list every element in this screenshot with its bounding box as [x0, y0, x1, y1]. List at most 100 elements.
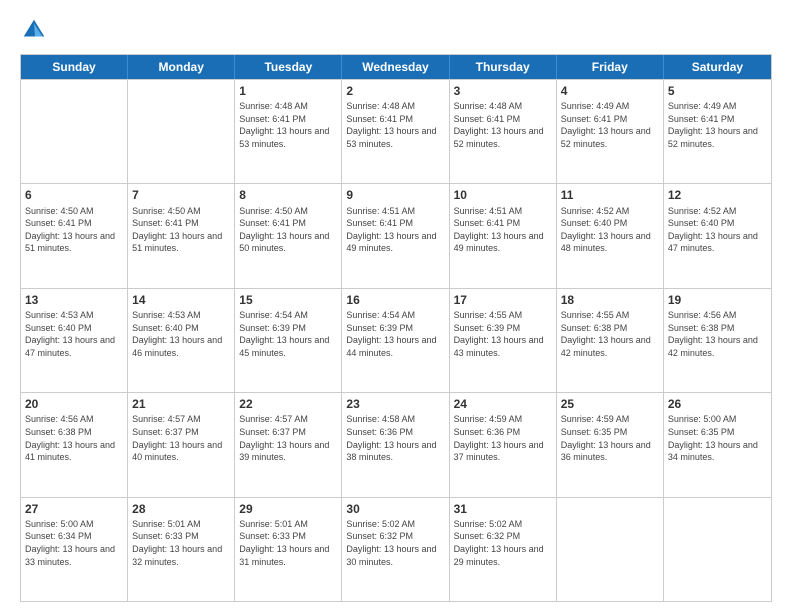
sunset-text: Sunset: 6:41 PM: [239, 114, 306, 124]
sunset-text: Sunset: 6:39 PM: [454, 323, 521, 333]
sunset-text: Sunset: 6:37 PM: [239, 427, 306, 437]
sunrise-text: Sunrise: 4:55 AM: [561, 310, 630, 320]
sunrise-text: Sunrise: 5:01 AM: [239, 519, 308, 529]
sunrise-text: Sunrise: 5:02 AM: [454, 519, 523, 529]
daylight-text: Daylight: 13 hours and 36 minutes.: [561, 440, 651, 463]
daylight-text: Daylight: 13 hours and 30 minutes.: [346, 544, 436, 567]
day-info: Sunrise: 4:53 AMSunset: 6:40 PMDaylight:…: [25, 309, 123, 359]
sunrise-text: Sunrise: 5:01 AM: [132, 519, 201, 529]
calendar-cell: [664, 498, 771, 601]
day-number: 27: [25, 501, 123, 517]
sunrise-text: Sunrise: 4:49 AM: [668, 101, 737, 111]
daylight-text: Daylight: 13 hours and 48 minutes.: [561, 231, 651, 254]
day-info: Sunrise: 4:53 AM Sunset: 6:40 PM Daylight:…: [132, 309, 230, 359]
sunrise-text: Sunrise: 4:56 AM: [25, 414, 94, 424]
day-info: Sunrise: 4:59 AMSunset: 6:35 PMDaylight:…: [561, 413, 659, 463]
calendar-cell: 11Sunrise: 4:52 AMSunset: 6:40 PMDayligh…: [557, 184, 664, 287]
daylight-text: Daylight: 13 hours and 50 minutes.: [239, 231, 329, 254]
day-number: 30: [346, 501, 444, 517]
daylight-text: Daylight: 13 hours and 32 minutes.: [132, 544, 222, 567]
day-info: Sunrise: 4:51 AMSunset: 6:41 PMDaylight:…: [346, 205, 444, 255]
day-number: 7: [132, 187, 230, 203]
calendar-cell: 29Sunrise: 5:01 AMSunset: 6:33 PMDayligh…: [235, 498, 342, 601]
sunrise-text: Sunrise: 4:49 AM: [561, 101, 630, 111]
calendar-week-3: 13 Sunrise: 4:53 AM Sunset: 6:40 PM Dayligh…: [21, 288, 771, 392]
daylight-text: Daylight: 13 hours and 46 minutes.: [132, 335, 222, 358]
calendar-cell: 9 Sunrise: 4:51 AMSunset: 6:41 PMDaylight…: [342, 184, 449, 287]
day-number: 8: [239, 187, 337, 203]
day-info: Sunrise: 4:50 AMSunset: 6:41 PMDaylight:…: [25, 205, 123, 255]
day-info: Sunrise: 4:55 AMSunset: 6:39 PMDaylight:…: [454, 309, 552, 359]
daylight-text: Daylight: 13 hours and 38 minutes.: [346, 440, 436, 463]
sunset-text: Sunset: 6:34 PM: [25, 531, 92, 541]
sunset-text: Sunset: 6:41 PM: [454, 114, 521, 124]
sunset-text: Sunset: 6:39 PM: [239, 323, 306, 333]
day-info: Sunrise: 4:57 AMSunset: 6:37 PMDaylight:…: [132, 413, 230, 463]
day-header-thursday: Thursday: [450, 55, 557, 79]
calendar-cell: 19Sunrise: 4:56 AMSunset: 6:38 PMDayligh…: [664, 289, 771, 392]
sunrise-text: Sunrise: 4:50 AM: [132, 206, 201, 216]
day-number: 9: [346, 187, 444, 203]
calendar-cell: 7Sunrise: 4:50 AMSunset: 6:41 PMDaylight…: [128, 184, 235, 287]
day-number: 4: [561, 83, 659, 99]
sunrise-text: Sunrise: 4:52 AM: [561, 206, 630, 216]
calendar-cell: [21, 80, 128, 183]
day-number: 23: [346, 396, 444, 412]
calendar-cell: 28Sunrise: 5:01 AMSunset: 6:33 PMDayligh…: [128, 498, 235, 601]
day-info: Sunrise: 4:52 AMSunset: 6:40 PMDaylight:…: [561, 205, 659, 255]
day-info: Sunrise: 4:59 AMSunset: 6:36 PMDaylight:…: [454, 413, 552, 463]
day-number: 29: [239, 501, 337, 517]
day-header-tuesday: Tuesday: [235, 55, 342, 79]
sunrise-text: Sunrise: 4:57 AM: [132, 414, 201, 424]
day-header-saturday: Saturday: [664, 55, 771, 79]
day-info: Sunrise: 5:02 AM Sunset: 6:32 PM Daylight:…: [454, 518, 552, 568]
daylight-text: Daylight: 13 hours and 42 minutes.: [561, 335, 651, 358]
day-info: Sunrise: 5:01 AMSunset: 6:33 PMDaylight:…: [132, 518, 230, 568]
daylight-text: Daylight: 13 hours and 34 minutes.: [668, 440, 758, 463]
sunrise-text: Sunrise: 4:51 AM: [454, 206, 523, 216]
daylight-text: Daylight: 13 hours and 52 minutes.: [454, 126, 544, 149]
day-number: 16: [346, 292, 444, 308]
calendar-cell: 25Sunrise: 4:59 AMSunset: 6:35 PMDayligh…: [557, 393, 664, 496]
day-info: Sunrise: 4:48 AMSunset: 6:41 PMDaylight:…: [239, 100, 337, 150]
sunrise-text: Sunrise: 4:52 AM: [668, 206, 737, 216]
sunset-text: Sunset: 6:32 PM: [454, 531, 521, 541]
day-number: 15: [239, 292, 337, 308]
calendar-cell: 21Sunrise: 4:57 AMSunset: 6:37 PMDayligh…: [128, 393, 235, 496]
daylight-text: Daylight: 13 hours and 52 minutes.: [668, 126, 758, 149]
day-number: 28: [132, 501, 230, 517]
day-info: Sunrise: 5:02 AMSunset: 6:32 PMDaylight:…: [346, 518, 444, 568]
day-header-wednesday: Wednesday: [342, 55, 449, 79]
header: [20, 16, 772, 44]
daylight-text: Daylight: 13 hours and 45 minutes.: [239, 335, 329, 358]
daylight-text: Daylight: 13 hours and 44 minutes.: [346, 335, 436, 358]
day-number: 12: [668, 187, 767, 203]
day-info: Sunrise: 5:01 AMSunset: 6:33 PMDaylight:…: [239, 518, 337, 568]
sunrise-text: Sunrise: 4:48 AM: [346, 101, 415, 111]
sunrise-text: Sunrise: 4:56 AM: [668, 310, 737, 320]
sunset-text: Sunset: 6:36 PM: [454, 427, 521, 437]
sunrise-text: Sunrise: 4:54 AM: [346, 310, 415, 320]
sunrise-text: Sunrise: 4:59 AM: [454, 414, 523, 424]
sunrise-text: Sunrise: 5:02 AM: [346, 519, 415, 529]
calendar-cell: 13Sunrise: 4:53 AMSunset: 6:40 PMDayligh…: [21, 289, 128, 392]
day-info: Sunrise: 4:58 AMSunset: 6:36 PMDaylight:…: [346, 413, 444, 463]
day-number: 10: [454, 187, 552, 203]
sunset-text: Sunset: 6:41 PM: [346, 218, 413, 228]
daylight-text: Daylight: 13 hours and 31 minutes.: [239, 544, 329, 567]
calendar-cell: [557, 498, 664, 601]
daylight-text: Daylight: 13 hours and 29 minutes.: [454, 544, 544, 567]
calendar-cell: 22Sunrise: 4:57 AMSunset: 6:37 PMDayligh…: [235, 393, 342, 496]
calendar-cell: [128, 80, 235, 183]
calendar-cell: 5Sunrise: 4:49 AMSunset: 6:41 PMDaylight…: [664, 80, 771, 183]
day-number: 13: [25, 292, 123, 308]
sunrise-text: Sunrise: 4:53 AM: [132, 310, 201, 320]
daylight-text: Daylight: 13 hours and 53 minutes.: [239, 126, 329, 149]
sunset-text: Sunset: 6:40 PM: [132, 323, 199, 333]
logo: [20, 16, 52, 44]
day-info: Sunrise: 5:00 AMSunset: 6:34 PMDaylight:…: [25, 518, 123, 568]
calendar-cell: 27Sunrise: 5:00 AMSunset: 6:34 PMDayligh…: [21, 498, 128, 601]
daylight-text: Daylight: 13 hours and 33 minutes.: [25, 544, 115, 567]
day-number: 21: [132, 396, 230, 412]
day-number: 17: [454, 292, 552, 308]
